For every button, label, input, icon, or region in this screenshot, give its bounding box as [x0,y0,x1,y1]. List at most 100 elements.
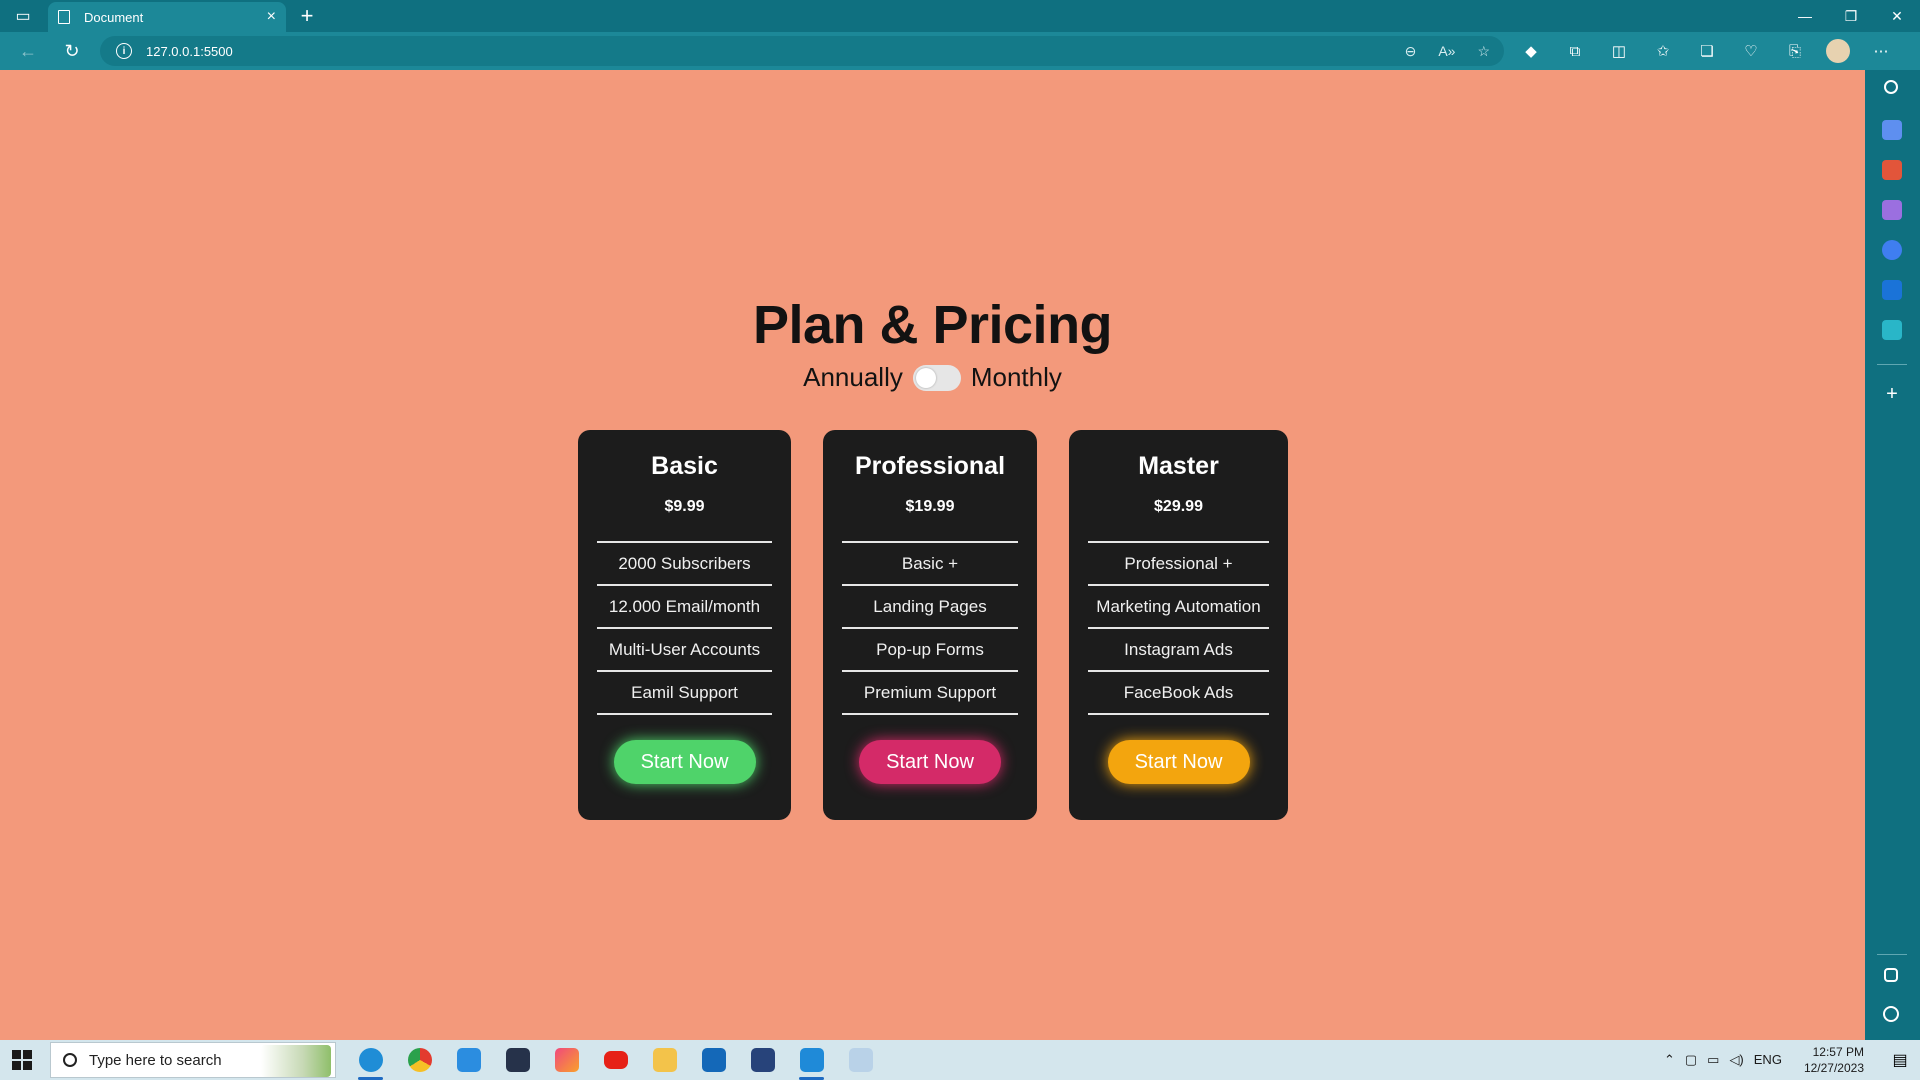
site-info-icon[interactable]: i [116,43,132,59]
taskbar-app-vscode[interactable] [787,1040,836,1080]
folder-icon [652,1048,677,1072]
sidebar-add-icon[interactable]: + [1882,383,1902,406]
taskbar-clock[interactable]: 12:57 PM 12/27/2023 [1804,1044,1864,1076]
extensions-puzzle-icon[interactable]: ⧉ [1562,38,1588,64]
youtube-icon [603,1051,628,1069]
sidebar-tools-icon[interactable] [1882,160,1902,180]
sidebar-external-icon[interactable] [1884,968,1898,982]
plan-price: $19.99 [905,498,955,515]
taskbar-app-search-tool[interactable] [493,1040,542,1080]
browser-essentials-icon[interactable]: ♡ [1738,38,1764,64]
collections-icon[interactable]: ❏ [1694,38,1720,64]
search-icon [63,1053,77,1067]
taskbar-search-input[interactable]: Type here to search [50,1042,336,1078]
browser-toolbar: ← ↻ i 127.0.0.1:5500 ⊖ A» ☆ ◆ ⧉ ◫ ✩ ❏ ♡ … [0,32,1920,70]
clock-time: 12:57 PM [1812,1045,1864,1059]
minimize-button[interactable]: — [1782,0,1828,32]
plan-name: Master [1138,452,1219,480]
tray-icons: ⌃ ▢ ▭ ◁) ENG [1664,1052,1782,1068]
more-menu-icon[interactable]: ⋯ [1868,38,1894,64]
taskbar-app-jetbrains[interactable] [542,1040,591,1080]
windows-taskbar: Type here to search ⌃ ▢ ▭ ◁) ENG 12:57 P… [0,1040,1920,1080]
meet-icon[interactable]: ▢ [1685,1052,1697,1068]
split-screen-icon[interactable]: ◫ [1606,38,1632,64]
jetbrains-icon [554,1048,579,1072]
search-placeholder: Type here to search [89,1051,222,1069]
profile-avatar[interactable] [1826,39,1850,63]
chevron-up-icon[interactable]: ⌃ [1664,1052,1675,1068]
address-text: 127.0.0.1:5500 [146,43,233,59]
screenshot-icon[interactable]: ⎘ [1782,38,1808,64]
favorite-star-icon[interactable]: ☆ [1477,43,1490,60]
sidebar-shopping-icon[interactable] [1882,120,1902,140]
clock-date: 12/27/2023 [1803,1061,1864,1075]
linkedin-icon [701,1048,726,1072]
new-tab-button[interactable]: + [294,3,320,29]
taskbar-apps [346,1040,885,1080]
taskbar-app-chrome[interactable] [395,1040,444,1080]
taskbar-app-linkedin[interactable] [689,1040,738,1080]
feature-list: Professional + Marketing Automation Inst… [1088,541,1269,715]
favorites-icon[interactable]: ✩ [1650,38,1676,64]
extension-badge-icon[interactable]: ◆ [1518,38,1544,64]
browser-tab-bar: ▭ Document × + — ❐ ✕ [0,0,1920,32]
feature-item: 2000 Subscribers [597,543,772,586]
zoom-out-icon[interactable]: ⊖ [1405,43,1417,60]
sidebar-search-icon[interactable] [1884,80,1898,94]
sync-app-icon [456,1048,481,1072]
page-content: Plan & Pricing Annually Monthly Basic $9… [0,70,1865,1040]
vscode-icon [799,1048,824,1072]
restore-button[interactable]: ❐ [1828,0,1874,32]
page-title: Plan & Pricing [752,295,1113,355]
taskbar-app-virtualbox[interactable] [738,1040,787,1080]
search-tool-icon [505,1048,530,1072]
taskbar-app-paint[interactable] [836,1040,885,1080]
feature-item: Basic + [842,543,1018,586]
plan-card-master: Master $29.99 Professional + Marketing A… [1069,430,1288,820]
taskbar-app-edge[interactable] [346,1040,395,1080]
feature-item: Multi-User Accounts [597,629,772,672]
edge-icon [358,1048,383,1072]
sidebar-drop-icon[interactable] [1882,320,1902,340]
start-now-button-professional[interactable]: Start Now [859,740,1001,784]
taskbar-app-youtube[interactable] [591,1040,640,1080]
feature-item: FaceBook Ads [1088,672,1269,715]
chrome-icon [407,1048,432,1072]
notification-icon[interactable]: ▤ [1880,1040,1920,1080]
taskbar-app-sync[interactable] [444,1040,493,1080]
network-icon[interactable]: ▭ [1707,1052,1719,1068]
plan-name: Basic [651,452,718,480]
browser-tab[interactable]: Document × [48,2,286,32]
start-now-button-master[interactable]: Start Now [1107,740,1250,784]
start-now-button-basic[interactable]: Start Now [613,740,756,784]
tab-actions-icon[interactable]: ▭ [8,4,38,28]
taskbar-app-file-explorer[interactable] [640,1040,689,1080]
sidebar-copilot-icon[interactable] [1882,240,1902,260]
back-arrow-icon[interactable]: ← [14,38,42,64]
sidebar-outlook-icon[interactable] [1882,280,1902,300]
tab-close-icon[interactable]: × [267,9,276,25]
search-highlight-image [261,1045,331,1077]
tab-title: Document [84,9,144,25]
sidebar-divider [1877,364,1907,365]
language-indicator[interactable]: ENG [1754,1052,1782,1068]
billing-toggle-switch[interactable] [912,364,961,391]
close-window-button[interactable]: ✕ [1874,0,1920,32]
address-bar[interactable]: i 127.0.0.1:5500 ⊖ A» ☆ [100,36,1504,66]
feature-item: Eamil Support [597,672,772,715]
paint-icon [848,1048,873,1072]
feature-item: Pop-up Forms [842,629,1018,672]
feature-list: 2000 Subscribers 12.000 Email/month Mult… [597,541,772,715]
address-bar-actions: ⊖ A» ☆ [1405,36,1490,66]
refresh-icon[interactable]: ↻ [58,38,86,64]
browser-sidebar: + [1865,70,1920,1040]
sidebar-games-icon[interactable] [1882,200,1902,220]
windows-start-icon[interactable] [12,1050,32,1070]
volume-icon[interactable]: ◁) [1729,1052,1743,1068]
feature-item: 12.000 Email/month [597,586,772,629]
billing-toggle-row: Annually Monthly [0,362,1865,393]
read-aloud-icon[interactable]: A» [1438,43,1455,59]
sidebar-settings-icon[interactable] [1883,1006,1899,1022]
window-controls: — ❐ ✕ [1782,0,1920,32]
virtualbox-icon [750,1048,775,1072]
